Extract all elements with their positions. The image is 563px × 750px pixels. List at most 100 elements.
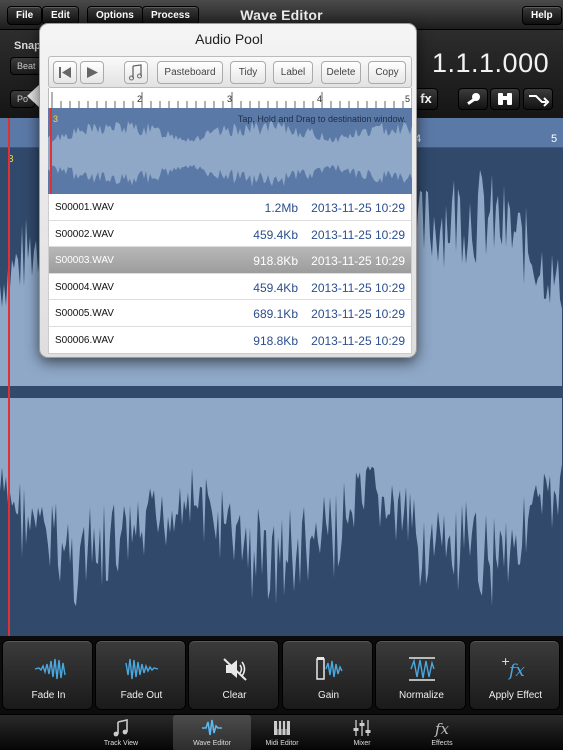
gain-icon <box>315 657 343 680</box>
rewind-button[interactable] <box>53 61 77 84</box>
audio-file-row[interactable]: S00001.WAV 1.2Mb 2013-11-25 10:29 <box>49 194 411 221</box>
audio-file-row[interactable]: S00005.WAV 689.1Kb 2013-11-25 10:29 <box>49 300 411 327</box>
file-date: 2013-11-25 10:29 <box>311 307 405 321</box>
position-display: 1.1.1.000 <box>432 48 550 78</box>
file-name: S00005.WAV <box>55 308 114 319</box>
clear-button[interactable]: Clear <box>188 640 279 710</box>
file-name: S00002.WAV <box>55 228 114 240</box>
play-icon <box>87 67 98 78</box>
binoculars-button[interactable] <box>490 88 520 110</box>
popover-title: Audio Pool <box>195 31 263 47</box>
tab-track-view[interactable]: Track View <box>82 715 160 750</box>
audio-pool-waveform-preview[interactable]: 3 Tap, Hold and Drag to destination wind… <box>48 108 412 194</box>
file-date: 2013-11-25 10:29 <box>311 280 405 295</box>
magnifier-icon <box>467 93 480 105</box>
playhead[interactable] <box>8 118 10 636</box>
binoculars-icon <box>498 93 512 105</box>
bottom-tab-bar: Track View Wave Editor Midi Editor Mixer… <box>0 714 563 750</box>
file-size: 918.8Kb <box>253 333 298 348</box>
tab-label: Effects <box>431 740 453 747</box>
track-marker: 3 <box>53 114 59 124</box>
tool-label: Fade Out <box>120 690 163 701</box>
svg-text:+: + <box>501 655 510 668</box>
help-button[interactable]: Help <box>522 6 562 25</box>
gain-button[interactable]: Gain <box>282 640 373 710</box>
preview-note-button[interactable] <box>124 61 148 84</box>
audio-file-row[interactable]: S00002.WAV 459.4Kb 2013-11-25 10:29 <box>49 221 411 247</box>
file-size: 1.2Mb <box>264 201 298 215</box>
copy-button[interactable]: Copy <box>368 61 406 84</box>
delete-button[interactable]: Delete <box>321 61 361 84</box>
file-name: S00001.WAV <box>55 202 114 213</box>
file-size: 459.4Kb <box>253 280 298 295</box>
file-date: 2013-11-25 10:29 <box>311 333 405 348</box>
ruler-label: 5 <box>551 133 558 145</box>
waveform-preview-shape <box>48 120 412 187</box>
play-button[interactable] <box>80 61 104 84</box>
ruler-label: 4 <box>317 94 323 104</box>
drag-hint: Tap, Hold and Drag to destination window… <box>237 114 406 124</box>
music-note-icon <box>129 64 142 81</box>
svg-text:fx: fx <box>434 720 450 738</box>
zoom-button[interactable] <box>458 88 488 110</box>
audio-file-row[interactable]: S00006.WAV 918.8Kb 2013-11-25 10:29 <box>49 327 411 354</box>
edit-tools-bar: Fade In Fade Out Clear Gain Normalize fx <box>0 636 563 714</box>
tool-label: Clear <box>222 690 247 701</box>
tool-label: Normalize <box>398 690 444 701</box>
file-name: S00006.WAV <box>55 334 114 346</box>
tool-label: Apply Effect <box>488 690 543 701</box>
file-size: 459.4Kb <box>253 227 298 242</box>
waveform-icon <box>202 719 222 736</box>
tab-effects[interactable]: fx Effects <box>403 715 481 750</box>
file-size: 689.1Kb <box>253 307 298 321</box>
audio-file-row[interactable]: S00004.WAV 459.4Kb 2013-11-25 10:29 <box>49 274 411 300</box>
music-note-icon <box>113 719 128 737</box>
audio-file-row-selected[interactable]: S00003.WAV 918.8Kb 2013-11-25 10:29 <box>49 247 411 274</box>
audio-file-list: S00001.WAV 1.2Mb 2013-11-25 10:29 S00002… <box>48 194 412 354</box>
tab-label: Wave Editor <box>193 740 231 747</box>
tool-label: Gain <box>317 690 340 701</box>
fade-out-icon <box>124 658 158 680</box>
ruler-label: 3 <box>227 94 233 104</box>
fx-button[interactable]: fx <box>414 88 438 110</box>
file-name: S00003.WAV <box>55 255 114 266</box>
preview-playhead <box>50 108 52 194</box>
file-size: 918.8Kb <box>253 254 298 268</box>
fade-in-button[interactable]: Fade In <box>2 640 93 710</box>
mute-speaker-icon <box>222 658 247 681</box>
pasteboard-button[interactable]: Pasteboard <box>157 61 223 84</box>
fx-icon: fx + <box>501 655 525 681</box>
tool-label: Fade In <box>31 690 66 701</box>
tab-label: Midi Editor <box>265 740 299 747</box>
apply-effect-button[interactable]: fx + Apply Effect <box>469 640 560 710</box>
app-title: Wave Editor <box>240 7 323 23</box>
loop-arrow-icon <box>529 95 550 107</box>
file-name: S00004.WAV <box>55 281 114 293</box>
file-date: 2013-11-25 10:29 <box>311 254 405 268</box>
tab-label: Mixer <box>353 740 371 747</box>
file-menu-button[interactable]: File <box>7 6 43 25</box>
tab-mixer[interactable]: Mixer <box>323 715 401 750</box>
waveform-center-gap <box>0 386 563 398</box>
mixer-sliders-icon <box>353 720 371 736</box>
label-button[interactable]: Label <box>273 61 313 84</box>
tidy-button[interactable]: Tidy <box>230 61 266 84</box>
normalize-button[interactable]: Normalize <box>375 640 466 710</box>
audio-pool-ruler[interactable]: 2 3 4 5 <box>48 88 412 108</box>
file-date: 2013-11-25 10:29 <box>311 201 405 215</box>
tab-label: Track View <box>103 740 139 747</box>
snap-beat-button[interactable]: Beat <box>10 57 43 75</box>
audio-pool-popover: Audio Pool Pasteboard Tidy Label Delete … <box>39 23 417 358</box>
skip-back-icon <box>59 67 71 78</box>
piano-keys-icon <box>274 721 290 735</box>
loop-button[interactable] <box>523 88 553 110</box>
ruler-label: 5 <box>405 94 411 104</box>
snap-label: Snap <box>14 40 41 52</box>
fade-out-button[interactable]: Fade Out <box>95 640 186 710</box>
file-date: 2013-11-25 10:29 <box>311 227 405 242</box>
ruler-label: 2 <box>137 94 143 104</box>
tab-midi-editor[interactable]: Midi Editor <box>243 715 321 750</box>
tab-wave-editor[interactable]: Wave Editor <box>173 715 251 750</box>
audio-pool-toolbar: Pasteboard Tidy Label Delete Copy <box>48 56 412 88</box>
fade-in-icon <box>34 658 66 680</box>
